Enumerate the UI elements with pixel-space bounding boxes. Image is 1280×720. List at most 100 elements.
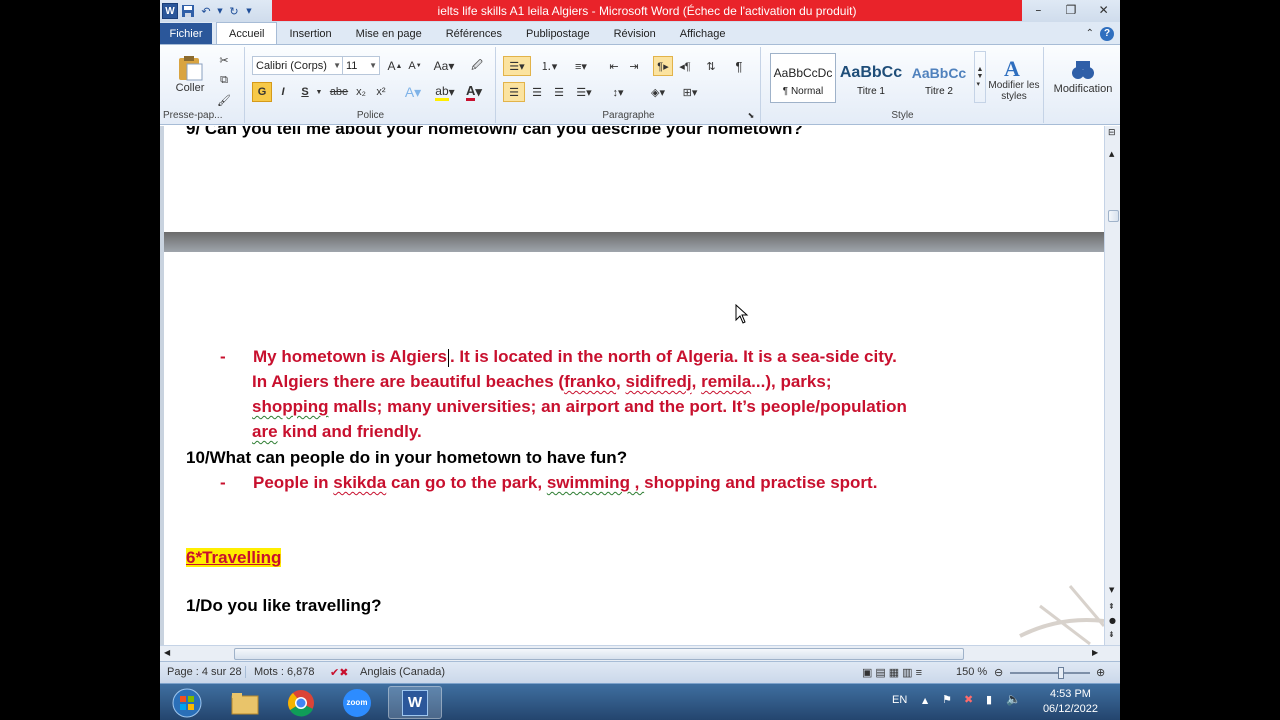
prev-page-icon[interactable]: ⇞	[1108, 602, 1115, 611]
next-page-icon[interactable]: ⇟	[1108, 630, 1115, 639]
redo-icon[interactable]: ↻	[226, 3, 242, 19]
clear-formatting-icon[interactable]: 🖉	[468, 56, 486, 76]
grammar-flag-word[interactable]: shopping	[252, 397, 328, 416]
italic-button[interactable]: I	[274, 82, 292, 102]
line-spacing-icon[interactable]: ↕▾	[605, 82, 631, 102]
scroll-right-icon[interactable]: ▶	[1092, 648, 1098, 657]
show-marks-icon[interactable]: ¶	[729, 56, 749, 76]
ltr-text-icon[interactable]: ¶▸	[653, 56, 673, 76]
change-case-icon[interactable]: Aa▾	[432, 56, 456, 76]
tab-revision[interactable]: Révision	[602, 23, 668, 44]
styles-scroll[interactable]: ▲ ▼ ▾	[974, 51, 986, 103]
align-right-button[interactable]: ☰	[549, 82, 569, 102]
close-button[interactable]: ✕	[1087, 0, 1120, 20]
horizontal-scrollbar[interactable]: ◀ ▶	[160, 645, 1120, 661]
zoom-slider[interactable]	[1010, 667, 1090, 679]
zoom-taskbar-button[interactable]: zoom	[330, 686, 384, 719]
text-effects-icon[interactable]: A▾	[402, 82, 424, 102]
highlight-color-icon[interactable]: ab ▾	[432, 82, 458, 102]
word-count[interactable]: Mots : 6,878	[245, 666, 315, 678]
align-center-button[interactable]: ☰	[527, 82, 547, 102]
proofing-icon[interactable]: ✔✖	[330, 666, 348, 679]
spelling-error-word[interactable]: sidifredj	[626, 372, 692, 391]
style-titre-1[interactable]: AaBbCc Titre 1	[838, 53, 904, 103]
restore-button[interactable]: ❐	[1055, 0, 1088, 20]
copy-icon[interactable]: ⧉	[214, 70, 234, 90]
sort-icon[interactable]: ⇅	[701, 56, 721, 76]
tab-affichage[interactable]: Affichage	[668, 23, 738, 44]
paste-button[interactable]: Coller	[172, 51, 208, 97]
numbering-button[interactable]: ⒈▾	[535, 56, 563, 76]
page-count[interactable]: Page : 4 sur 28	[167, 666, 242, 678]
grow-font-icon[interactable]: A ▲	[386, 56, 404, 76]
change-styles-button[interactable]: A Modifier les styles	[988, 51, 1040, 107]
chrome-taskbar-button[interactable]	[274, 686, 328, 719]
undo-dropdown-icon[interactable]: ▼	[216, 3, 224, 19]
borders-icon[interactable]: ⊞▾	[677, 82, 703, 102]
tab-insertion[interactable]: Insertion	[277, 23, 343, 44]
tab-references[interactable]: Références	[434, 23, 514, 44]
start-button[interactable]	[160, 686, 214, 719]
format-painter-icon[interactable]: 🖌	[214, 90, 234, 110]
cut-icon[interactable]: ✂	[214, 50, 234, 70]
font-family-select[interactable]: Calibri (Corps) ▼	[252, 56, 344, 75]
tray-network-icon[interactable]: ▮	[986, 693, 992, 706]
undo-icon[interactable]: ↶	[198, 3, 214, 19]
justify-button[interactable]: ☰▾	[571, 82, 597, 102]
vertical-scrollbar[interactable]: ⊟ ▲ ▼ ⇞ ● ⇟	[1104, 126, 1120, 645]
tray-volume-icon[interactable]: 🔈	[1006, 692, 1021, 706]
bullets-button[interactable]: ☰▾	[503, 56, 531, 76]
superscript-button[interactable]: x²	[372, 82, 390, 102]
zoom-out-icon[interactable]: ⊖	[994, 666, 1003, 679]
bold-button[interactable]: G	[252, 82, 272, 102]
zoom-in-icon[interactable]: ⊕	[1096, 666, 1105, 679]
scroll-up-icon[interactable]: ▲	[1109, 150, 1114, 158]
browse-object-icon[interactable]: ●	[1109, 616, 1116, 625]
zoom-slider-thumb[interactable]	[1058, 667, 1064, 679]
style-normal[interactable]: AaBbCcDc ¶ Normal	[770, 53, 836, 103]
grammar-flag-word[interactable]: swimming ,	[547, 473, 644, 492]
tray-security-icon[interactable]: ✖	[964, 693, 973, 706]
tab-mise-en-page[interactable]: Mise en page	[344, 23, 434, 44]
decrease-indent-icon[interactable]: ⇤	[605, 56, 623, 76]
zoom-level[interactable]: 150 %	[956, 666, 987, 678]
word-app-icon[interactable]: W	[162, 3, 178, 19]
spelling-error-word[interactable]: skikda	[333, 473, 386, 492]
shading-icon[interactable]: ◈▾	[645, 82, 671, 102]
save-icon[interactable]	[180, 3, 196, 19]
subscript-button[interactable]: x₂	[352, 82, 370, 102]
language-indicator[interactable]: Anglais (Canada)	[360, 666, 445, 678]
paragraph-dialog-launcher-icon[interactable]: ⬊	[745, 105, 757, 125]
rtl-text-icon[interactable]: ◂¶	[675, 56, 695, 76]
tab-publipostage[interactable]: Publipostage	[514, 23, 602, 44]
increase-indent-icon[interactable]: ⇥	[625, 56, 643, 76]
scroll-left-icon[interactable]: ◀	[164, 648, 170, 657]
vertical-scroll-thumb[interactable]	[1108, 210, 1119, 222]
minimize-ribbon-icon[interactable]: ⌃	[1086, 28, 1094, 39]
input-language[interactable]: EN	[892, 694, 907, 706]
horizontal-scroll-thumb[interactable]	[234, 648, 964, 660]
multilevel-list-button[interactable]: ≡▾	[567, 56, 595, 76]
help-icon[interactable]: ?	[1100, 26, 1114, 41]
minimize-button[interactable]: –	[1022, 0, 1055, 20]
tab-fichier[interactable]: Fichier	[160, 23, 212, 44]
view-buttons[interactable]: ▣▤▦▥≡	[862, 666, 925, 679]
grammar-flag-word[interactable]: are	[252, 422, 278, 441]
customize-qat-icon[interactable]: ▼	[244, 3, 254, 19]
font-color-icon[interactable]: A ▾	[462, 82, 486, 102]
document-area[interactable]: 9/ Can you tell me about your hometown/ …	[160, 126, 1104, 645]
font-size-select[interactable]: 11 ▼	[342, 56, 380, 75]
align-left-button[interactable]: ☰	[503, 82, 525, 102]
underline-dropdown-icon[interactable]: ▼	[314, 82, 324, 102]
style-titre-2[interactable]: AaBbCc Titre 2	[906, 53, 972, 103]
scroll-down-icon[interactable]: ▼	[1109, 586, 1114, 594]
editing-button[interactable]: Modification	[1054, 51, 1112, 101]
shrink-font-icon[interactable]: A ▼	[406, 56, 424, 76]
tray-flag-icon[interactable]: ⚑	[942, 693, 952, 706]
spelling-error-word[interactable]: remila	[701, 372, 751, 391]
clock[interactable]: 4:53 PM 06/12/2022	[1043, 687, 1098, 717]
ruler-toggle-icon[interactable]: ⊟	[1108, 128, 1116, 138]
spelling-error-word[interactable]: franko	[564, 372, 616, 391]
tray-expand-icon[interactable]: ▲	[922, 696, 928, 705]
word-taskbar-button[interactable]: W	[388, 686, 442, 719]
